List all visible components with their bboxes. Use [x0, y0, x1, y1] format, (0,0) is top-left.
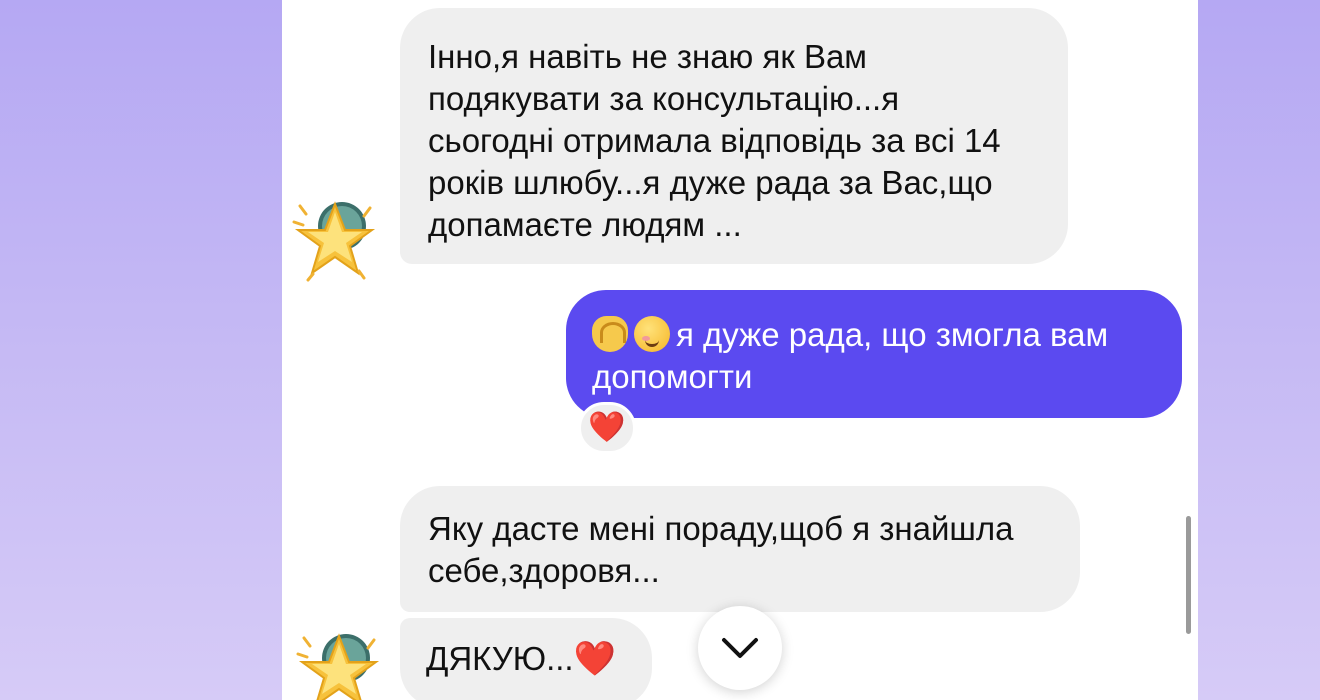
- incoming-message[interactable]: Яку дасте мені пораду,щоб я знайшла себе…: [400, 486, 1080, 612]
- star-avatar-icon[interactable]: [290, 196, 380, 286]
- message-text-body: ДЯКУЮ...: [426, 640, 574, 677]
- heart-icon: ❤️: [588, 410, 626, 445]
- scroll-down-button[interactable]: [698, 606, 782, 690]
- heart-icon: ❤️: [573, 639, 616, 679]
- incoming-message[interactable]: Інно,я навіть не знаю як Вам подякувати …: [400, 8, 1068, 264]
- heart-hands-icon: [592, 316, 628, 352]
- incoming-message[interactable]: ДЯКУЮ...❤️: [400, 618, 652, 700]
- message-text: ДЯКУЮ...❤️: [426, 638, 626, 680]
- chat-panel: Інно,я навіть не знаю як Вам подякувати …: [282, 0, 1198, 700]
- chevron-down-icon: [722, 638, 758, 658]
- message-text: Інно,я навіть не знаю як Вам подякувати …: [428, 38, 1001, 243]
- star-avatar-icon[interactable]: [294, 628, 384, 700]
- scrollbar[interactable]: [1186, 516, 1191, 634]
- message-text: Яку дасте мені пораду,щоб я знайшла себе…: [428, 510, 1014, 589]
- message-text: я дуже рада, що змогла вам допомогти: [592, 314, 1156, 398]
- smiling-face-icon: [634, 316, 670, 352]
- outgoing-message[interactable]: я дуже рада, що змогла вам допомогти: [566, 290, 1182, 418]
- heart-reaction[interactable]: ❤️: [578, 402, 636, 454]
- message-text-body: я дуже рада, що змогла вам допомогти: [592, 316, 1109, 395]
